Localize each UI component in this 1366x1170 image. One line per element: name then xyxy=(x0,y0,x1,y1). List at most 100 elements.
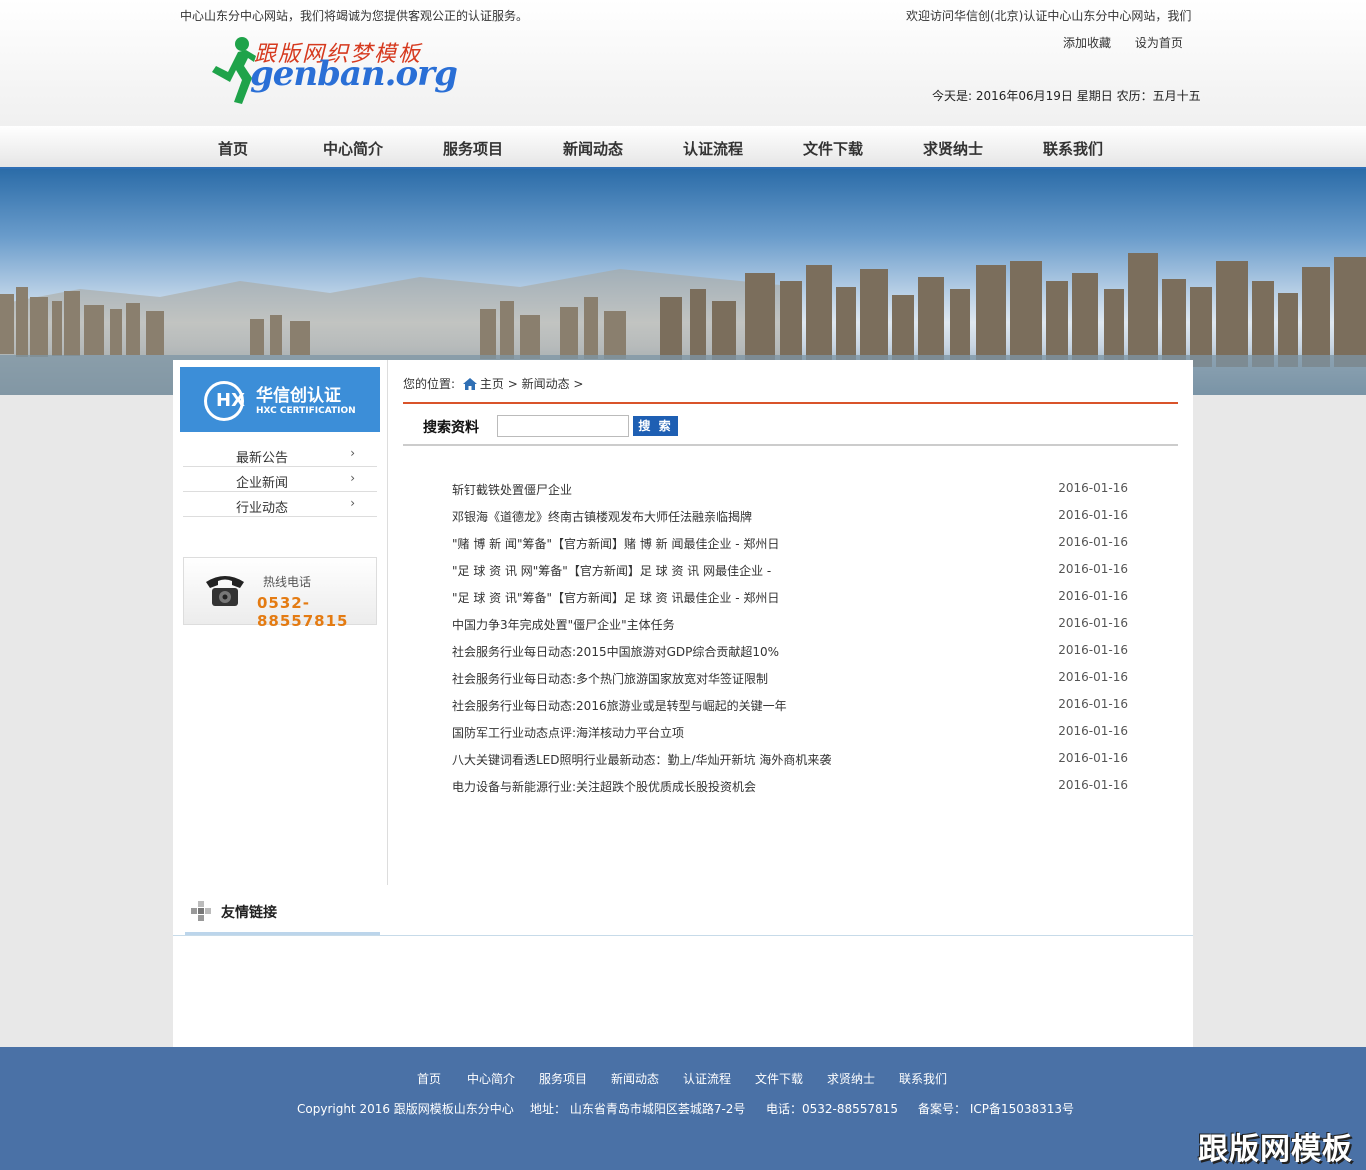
marquee-text: 中心山东分中心网站，我们将竭诚为您提供客观公正的认证服务。 xyxy=(180,9,529,23)
logo-en-text: genban.org xyxy=(250,54,458,94)
footer-copyright: Copyright 2016 跟版网模板山东分中心 xyxy=(297,1102,514,1116)
nav-item-process[interactable]: 认证流程 xyxy=(683,138,743,159)
top-links: 添加收藏 设为首页 xyxy=(1063,34,1203,51)
news-title-link[interactable]: 八大关键词看透LED照明行业最新动态：勤上/华灿开新坑 海外商机来袭 xyxy=(452,751,831,768)
news-title-link[interactable]: 国防军工行业动态点评:海洋核动力平台立项 xyxy=(452,724,684,741)
search-input[interactable] xyxy=(497,415,629,437)
sidebar-item-announcements[interactable]: 最新公告 › xyxy=(183,442,377,467)
nav-item-services[interactable]: 服务项目 xyxy=(443,138,503,159)
chevron-right-icon: › xyxy=(350,496,355,510)
footer-link-careers[interactable]: 求贤纳士 xyxy=(827,1070,875,1087)
news-date: 2016-01-16 xyxy=(1058,562,1128,576)
breadcrumb-separator: > xyxy=(503,377,522,391)
footer-link-downloads[interactable]: 文件下载 xyxy=(755,1070,803,1087)
list-item: 八大关键词看透LED照明行业最新动态：勤上/华灿开新坑 海外商机来袭 2016-0… xyxy=(452,751,1132,778)
brand-mark-icon: HX xyxy=(204,381,245,421)
hotline-box: 热线电话 0532-88557815 xyxy=(183,557,377,630)
sidebar-item-company-news[interactable]: 企业新闻 › xyxy=(183,467,377,492)
footer-address: 地址： 山东省青岛市城阳区荟城路7-2号 xyxy=(530,1102,746,1116)
footer-link-home[interactable]: 首页 xyxy=(417,1070,441,1087)
news-title-link[interactable]: 电力设备与新能源行业:关注超跌个股优质成长股投资机会 xyxy=(452,778,756,795)
nav-item-news[interactable]: 新闻动态 xyxy=(563,138,623,159)
list-item: 国防军工行业动态点评:海洋核动力平台立项 2016-01-16 xyxy=(452,724,1132,751)
runner-icon xyxy=(212,37,256,104)
brand-logo: HX 华信创认证 HXC CERTIFICATION xyxy=(180,367,380,432)
breadcrumb-separator: > xyxy=(569,377,584,391)
breadcrumb: 您的位置: 主页 > 新闻动态 > xyxy=(403,375,1178,392)
list-item: 社会服务行业每日动态:2016旅游业或是转型与崛起的关键一年 2016-01-16 xyxy=(452,697,1132,724)
breadcrumb-current-link[interactable]: 新闻动态 xyxy=(522,377,570,391)
friend-links-title: 友情链接 xyxy=(221,905,277,921)
news-title-link[interactable]: 邓银海《道德龙》终南古镇楼观发布大师任法融亲临揭牌 xyxy=(452,508,752,525)
chevron-right-icon: › xyxy=(350,446,355,460)
list-item: "足 球 资 讯 网"筹备"【官方新闻】足 球 资 讯 网最佳企业 - 2016-… xyxy=(452,562,1132,589)
chevron-right-icon: › xyxy=(350,471,355,485)
footer-link-contact[interactable]: 联系我们 xyxy=(899,1070,947,1087)
friend-links-section: 友情链接 xyxy=(173,888,1193,936)
news-date: 2016-01-16 xyxy=(1058,670,1128,684)
main-panel: HX 华信创认证 HXC CERTIFICATION 最新公告 › 企业新闻 ›… xyxy=(173,360,1193,1047)
news-date: 2016-01-16 xyxy=(1058,643,1128,657)
news-list: 斩钉截铁处置僵尸企业 2016-01-16 邓银海《道德龙》终南古镇楼观发布大师任… xyxy=(452,481,1132,805)
footer-link-news[interactable]: 新闻动态 xyxy=(611,1070,659,1087)
list-item: "赌 博 新 闻"筹备"【官方新闻】赌 博 新 闻最佳企业 - 郑州日 2016-… xyxy=(452,535,1132,562)
news-title-link[interactable]: 斩钉截铁处置僵尸企业 xyxy=(452,481,572,498)
footer-link-about[interactable]: 中心简介 xyxy=(467,1070,515,1087)
breadcrumb-divider xyxy=(403,402,1178,404)
breadcrumb-home-link[interactable]: 主页 xyxy=(480,377,504,391)
search-button[interactable]: 搜 索 xyxy=(633,416,678,436)
nav-item-contact[interactable]: 联系我们 xyxy=(1043,138,1103,159)
news-date: 2016-01-16 xyxy=(1058,481,1128,495)
list-item: 电力设备与新能源行业:关注超跌个股优质成长股投资机会 2016-01-16 xyxy=(452,778,1132,805)
news-title-link[interactable]: "足 球 资 讯"筹备"【官方新闻】足 球 资 讯最佳企业 - 郑州日 xyxy=(452,589,779,606)
footer-link-services[interactable]: 服务项目 xyxy=(539,1070,587,1087)
sidebar-item-label: 企业新闻 xyxy=(236,476,289,491)
news-date: 2016-01-16 xyxy=(1058,724,1128,738)
site-footer: 首页 中心简介 服务项目 新闻动态 认证流程 文件下载 求贤纳士 联系我们 Co… xyxy=(0,1047,1366,1170)
grid-icon xyxy=(191,901,211,921)
set-homepage-link[interactable]: 设为首页 xyxy=(1135,36,1183,50)
list-item: 社会服务行业每日动态:多个热门旅游国家放宽对华签证限制 2016-01-16 xyxy=(452,670,1132,697)
footer-link-process[interactable]: 认证流程 xyxy=(683,1070,731,1087)
sidebar-menu: 最新公告 › 企业新闻 › 行业动态 › xyxy=(183,442,377,517)
hotline-label: 热线电话 xyxy=(263,575,312,589)
sidebar: HX 华信创认证 HXC CERTIFICATION 最新公告 › 企业新闻 ›… xyxy=(173,360,388,885)
sidebar-item-industry-news[interactable]: 行业动态 › xyxy=(183,492,377,517)
welcome-text: 欢迎访问华信创(北京)认证中心山东分中心网站，我们 xyxy=(906,9,1192,23)
nav-item-careers[interactable]: 求贤纳士 xyxy=(923,138,983,159)
search-bar: 搜索资料 搜 索 xyxy=(403,406,1178,446)
list-item: 邓银海《道德龙》终南古镇楼观发布大师任法融亲临揭牌 2016-01-16 xyxy=(452,508,1132,535)
news-title-link[interactable]: 社会服务行业每日动态:多个热门旅游国家放宽对华签证限制 xyxy=(452,670,768,687)
nav-item-downloads[interactable]: 文件下载 xyxy=(803,138,863,159)
news-title-link[interactable]: 社会服务行业每日动态:2015中国旅游对GDP综合贡献超10% xyxy=(452,643,779,660)
news-date: 2016-01-16 xyxy=(1058,589,1128,603)
friend-links-underline xyxy=(185,932,380,935)
footer-phone: 电话：0532-88557815 xyxy=(766,1102,898,1116)
sidebar-item-label: 最新公告 xyxy=(236,451,289,466)
telephone-icon xyxy=(206,576,244,606)
list-item: 斩钉截铁处置僵尸企业 2016-01-16 xyxy=(452,481,1132,508)
news-title-link[interactable]: "足 球 资 讯 网"筹备"【官方新闻】足 球 资 讯 网最佳企业 - xyxy=(452,562,771,579)
news-date: 2016-01-16 xyxy=(1058,616,1128,630)
news-title-link[interactable]: "赌 博 新 闻"筹备"【官方新闻】赌 博 新 闻最佳企业 - 郑州日 xyxy=(452,535,779,552)
nav-item-about[interactable]: 中心简介 xyxy=(323,138,383,159)
home-icon xyxy=(462,378,477,390)
brand-name-cn: 华信创认证 xyxy=(256,386,341,406)
main-nav: 首页 中心简介 服务项目 新闻动态 认证流程 文件下载 求贤纳士 联系我们 xyxy=(0,126,1366,169)
list-item: "足 球 资 讯"筹备"【官方新闻】足 球 资 讯最佳企业 - 郑州日 2016-… xyxy=(452,589,1132,616)
list-item: 中国力争3年完成处置"僵尸企业"主体任务 2016-01-16 xyxy=(452,616,1132,643)
brand-name-en: HXC CERTIFICATION xyxy=(256,406,356,416)
watermark-logo: 跟版网模板 xyxy=(1198,1132,1353,1167)
search-label: 搜索资料 xyxy=(423,420,479,436)
site-header: 中心山东分中心网站，我们将竭诚为您提供客观公正的认证服务。 欢迎访问华信创(北京… xyxy=(0,0,1366,126)
news-title-link[interactable]: 社会服务行业每日动态:2016旅游业或是转型与崛起的关键一年 xyxy=(452,697,787,714)
news-date: 2016-01-16 xyxy=(1058,697,1128,711)
site-logo[interactable]: 跟版网织梦模板 genban.org xyxy=(208,36,458,106)
sidebar-item-label: 行业动态 xyxy=(236,501,289,516)
today-date: 今天是: 2016年06月19日 星期日 农历：五月十五 xyxy=(932,89,1201,103)
footer-icp: 备案号： ICP备15038313号 xyxy=(918,1102,1075,1116)
add-favorite-link[interactable]: 添加收藏 xyxy=(1063,36,1111,50)
news-title-link[interactable]: 中国力争3年完成处置"僵尸企业"主体任务 xyxy=(452,616,675,633)
nav-item-home[interactable]: 首页 xyxy=(218,138,248,159)
breadcrumb-prefix: 您的位置: xyxy=(403,377,456,391)
